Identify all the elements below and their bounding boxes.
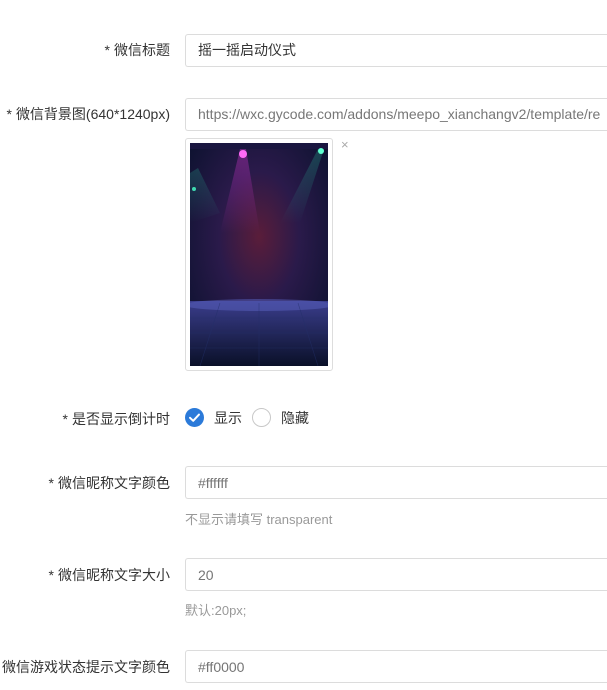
required-mark: * (48, 567, 54, 583)
nickname-color-input[interactable] (185, 466, 607, 499)
required-mark: * (48, 475, 54, 491)
nickname-color-help: 不显示请填写 transparent (185, 512, 333, 527)
wechat-title-input[interactable]: 摇一摇启动仪式 (185, 34, 607, 67)
settings-form: * 微信标题 摇一摇启动仪式 * 微信背景图(640*1240px) https:/… (0, 0, 607, 690)
wechat-title-label: * 微信标题 (104, 42, 170, 58)
game-status-color-input[interactable] (185, 650, 607, 683)
game-status-color-label: *微信游戏状态提示文字颜色 (2, 659, 170, 675)
wechat-bg-label: * 微信背景图(640*1240px) (6, 106, 170, 122)
required-mark: * (104, 42, 110, 58)
countdown-hide-label[interactable]: 隐藏 (281, 409, 309, 427)
remove-image-icon[interactable]: × (341, 137, 349, 153)
countdown-show-radio[interactable] (185, 408, 204, 427)
nickname-size-input[interactable] (185, 558, 607, 591)
countdown-show-label[interactable]: 显示 (214, 409, 242, 427)
nickname-size-help: 默认:20px; (185, 603, 247, 618)
countdown-hide-radio[interactable] (252, 408, 271, 427)
required-mark: * (6, 106, 12, 122)
bg-image-thumbnail (190, 143, 328, 366)
nickname-size-label: * 微信昵称文字大小 (48, 567, 170, 583)
countdown-label: * 是否显示倒计时 (62, 411, 170, 427)
wechat-bg-url-input[interactable]: https://wxc.gycode.com/addons/meepo_xian… (185, 98, 607, 131)
required-mark: * (62, 411, 68, 427)
check-icon (189, 413, 200, 422)
nickname-color-label: * 微信昵称文字颜色 (48, 475, 170, 491)
bg-image-preview[interactable] (185, 138, 333, 371)
